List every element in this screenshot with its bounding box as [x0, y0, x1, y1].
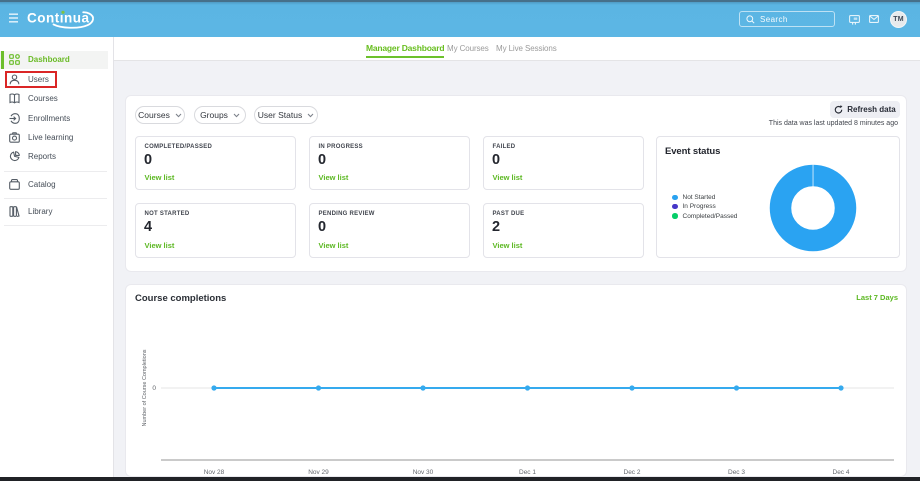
- svg-text:Dec 2: Dec 2: [624, 469, 641, 476]
- svg-text:Nov 30: Nov 30: [413, 469, 434, 476]
- svg-text:Contınua: Contınua: [27, 11, 90, 26]
- svg-text:Nov 29: Nov 29: [308, 469, 329, 476]
- svg-text:Dec 3: Dec 3: [728, 469, 745, 476]
- svg-text:0: 0: [152, 385, 156, 392]
- svg-text:Number of Course Completions: Number of Course Completions: [142, 349, 148, 426]
- svg-text:Dec 4: Dec 4: [833, 469, 850, 476]
- svg-text:Nov 28: Nov 28: [204, 469, 225, 476]
- svg-text:Dec 1: Dec 1: [519, 469, 536, 476]
